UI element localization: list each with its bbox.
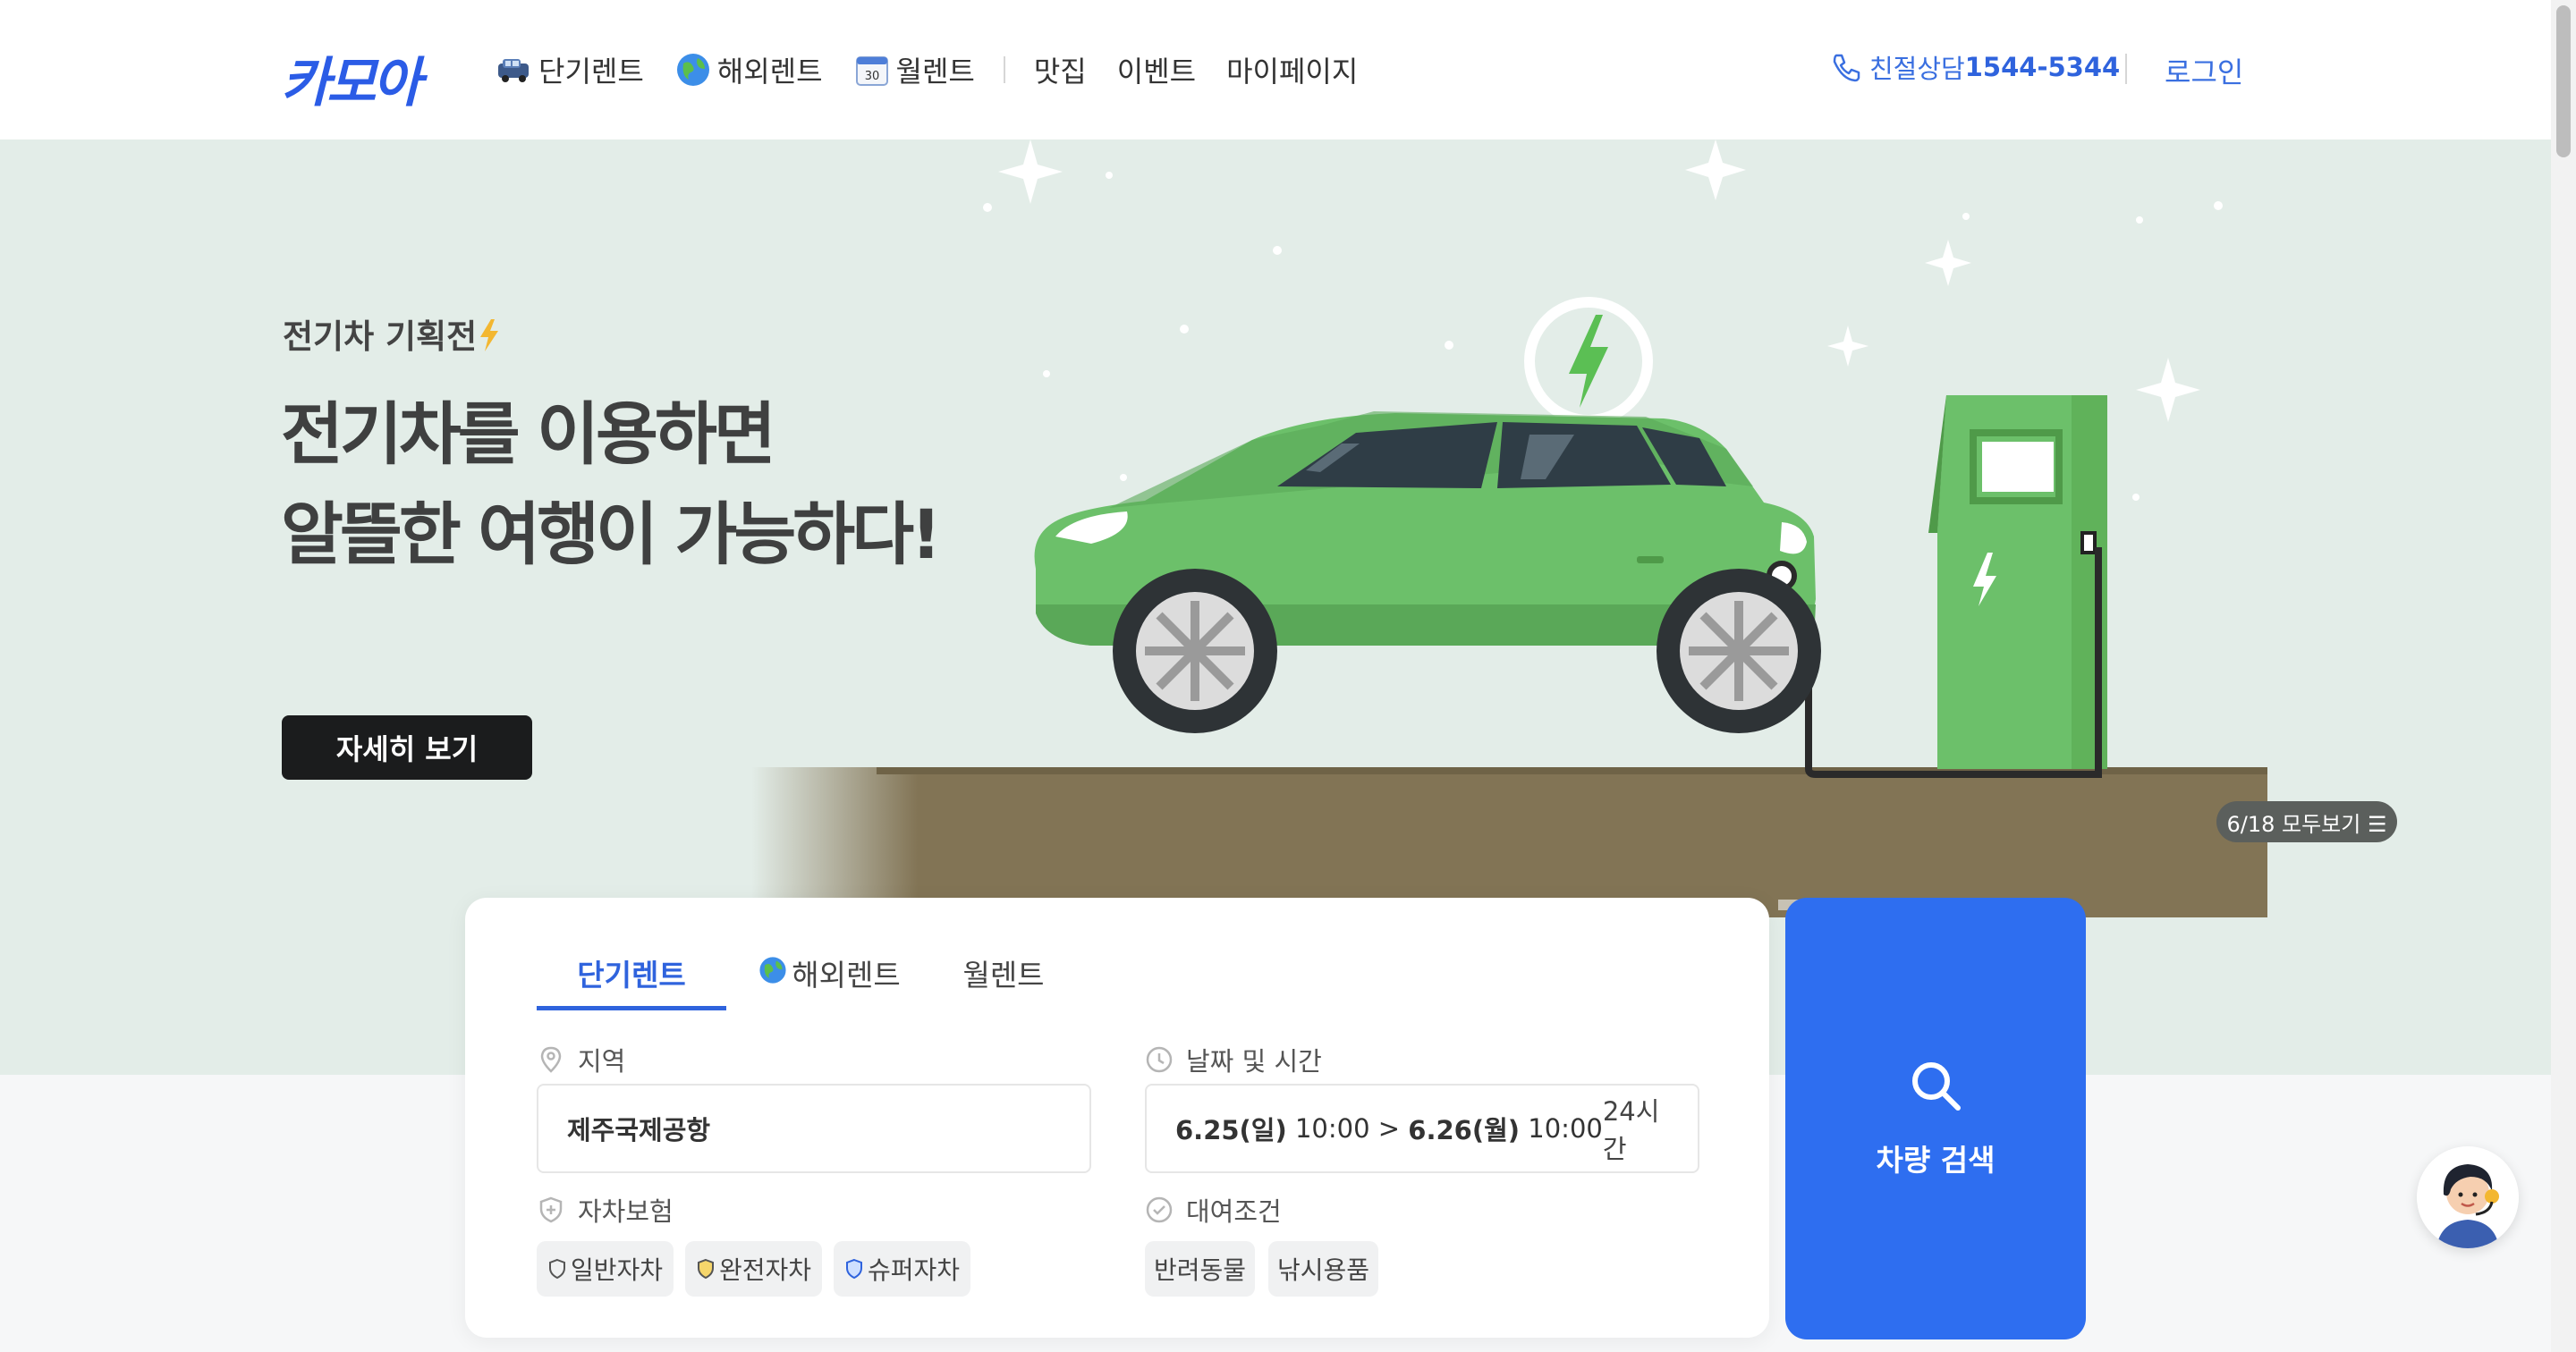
conditions-label: 대여조건 [1145,1191,1282,1229]
region-label: 지역 [537,1041,625,1078]
charging-station [1928,395,2107,769]
insurance-label-text: 자차보험 [578,1196,674,1227]
tab-overseas[interactable]: 해외렌트 [726,942,932,1010]
insurance-option-full[interactable]: 완전자차 [685,1241,823,1297]
vehicle-search-button[interactable]: 차량 검색 [1785,898,2086,1339]
region-label-text: 지역 [578,1046,626,1077]
header: 카모아 단기렌트 해외렌트 30 월렌트 맛집 이벤트 마이페이지 친절상담 1… [0,0,2576,139]
login-link[interactable]: 로그인 [2165,50,2243,91]
nav-item-restaurants[interactable]: 맛집 [1034,49,1087,90]
datetime-label: 날짜 및 시간 [1145,1041,1322,1078]
hero-subtitle: 전기차 기획전 [283,309,502,358]
tab-monthly[interactable]: 월렌트 [932,942,1075,1010]
globe-icon [676,54,709,86]
insurance-option-super[interactable]: 슈퍼자차 [834,1241,971,1297]
date-from: 6.25(일) [1175,1115,1287,1145]
clock-icon [1146,1046,1173,1073]
nav-item-label: 단기렌트 [538,55,644,89]
detail-button[interactable]: 자세히 보기 [282,715,532,780]
shield-gray-icon [549,1258,565,1280]
conditions-label-text: 대여조건 [1186,1196,1282,1227]
chip-label: 완전자차 [719,1255,812,1285]
electric-car [1034,411,1821,733]
page-scrollbar[interactable] [2551,0,2576,1352]
tab-short-term[interactable]: 단기렌트 [537,942,726,1010]
nav-item-mypage[interactable]: 마이페이지 [1226,49,1358,90]
main-nav: 단기렌트 해외렌트 30 월렌트 맛집 이벤트 마이페이지 [496,46,1388,93]
insurance-label: 자차보험 [537,1191,674,1229]
hero-subtitle-text: 전기차 기획전 [283,317,478,356]
car-wheel-front [1113,569,1277,733]
lightning-icon [480,319,499,351]
header-divider [2125,54,2127,84]
phone-label: 친절상담 [1869,54,1965,84]
time-to: 10:00 [1528,1113,1603,1144]
nav-item-short-term[interactable]: 단기렌트 [496,49,644,90]
nav-item-monthly[interactable]: 30 월렌트 [853,49,975,90]
date-to: 6.26(월) [1408,1115,1521,1145]
shield-plus-icon [539,1196,563,1223]
customer-support-chat-button[interactable] [2417,1146,2519,1248]
scrollbar-thumb[interactable] [2556,5,2571,157]
ev-charging-illustration [751,139,2267,917]
nav-item-label: 마이페이지 [1226,55,1359,89]
condition-option-pets[interactable]: 반려동물 [1145,1241,1256,1297]
logo[interactable]: 카모아 [281,39,422,117]
rental-tabs: 단기렌트 해외렌트 월렌트 [537,942,1075,1010]
range-arrow: > [1377,1113,1401,1144]
nav-item-label: 월렌트 [895,55,975,89]
datetime-input[interactable]: 6.25(일) 10:00 > 6.26(월) 10:00 24시간 [1145,1084,1699,1173]
chip-label: 슈퍼자차 [868,1255,961,1285]
datetime-label-text: 날짜 및 시간 [1186,1046,1322,1077]
search-icon [1912,1062,1961,1111]
calendar-day: 30 [864,70,879,83]
check-circle-icon [1146,1196,1173,1223]
nav-item-events[interactable]: 이벤트 [1117,49,1196,90]
nav-divider [1003,56,1005,83]
shield-blue-icon [846,1258,862,1280]
nav-item-label: 해외렌트 [716,55,823,89]
shield-gold-icon [698,1258,714,1280]
region-input[interactable]: 제주국제공항 [537,1084,1091,1173]
car-wheel-rear [1657,569,1821,733]
chip-label: 일반자차 [571,1255,664,1285]
search-button-label: 차량 검색 [1876,1143,1996,1178]
date-range: 6.25(일) 10:00 > 6.26(월) 10:00 [1175,1110,1603,1147]
banner-page-indicator[interactable]: 6/18 모두보기 ☰ [2216,801,2397,842]
nav-item-label: 맛집 [1033,55,1087,89]
location-pin-icon [540,1046,562,1073]
ground-platform [751,767,2267,917]
rental-duration: 24시간 [1602,1096,1660,1164]
globe-icon [759,957,786,984]
nav-item-overseas[interactable]: 해외렌트 [674,49,823,90]
calendar-icon: 30 [855,56,888,86]
support-agent-icon [2417,1146,2519,1248]
insurance-option-basic[interactable]: 일반자차 [537,1241,674,1297]
search-card: 단기렌트 해외렌트 월렌트 지역 제주국제공항 날짜 및 시간 6.25(일) … [465,898,1769,1338]
condition-option-fishing[interactable]: 낚시용품 [1268,1241,1379,1297]
phone-icon [1833,54,1860,82]
car-icon [498,59,529,82]
phone-number: 1544-5344 [1964,52,2121,82]
nav-item-label: 이벤트 [1116,55,1197,89]
phone-contact[interactable]: 친절상담 1544-5344 [1828,48,2120,86]
tab-label: 해외렌트 [792,958,901,993]
time-from: 10:00 [1294,1113,1370,1144]
